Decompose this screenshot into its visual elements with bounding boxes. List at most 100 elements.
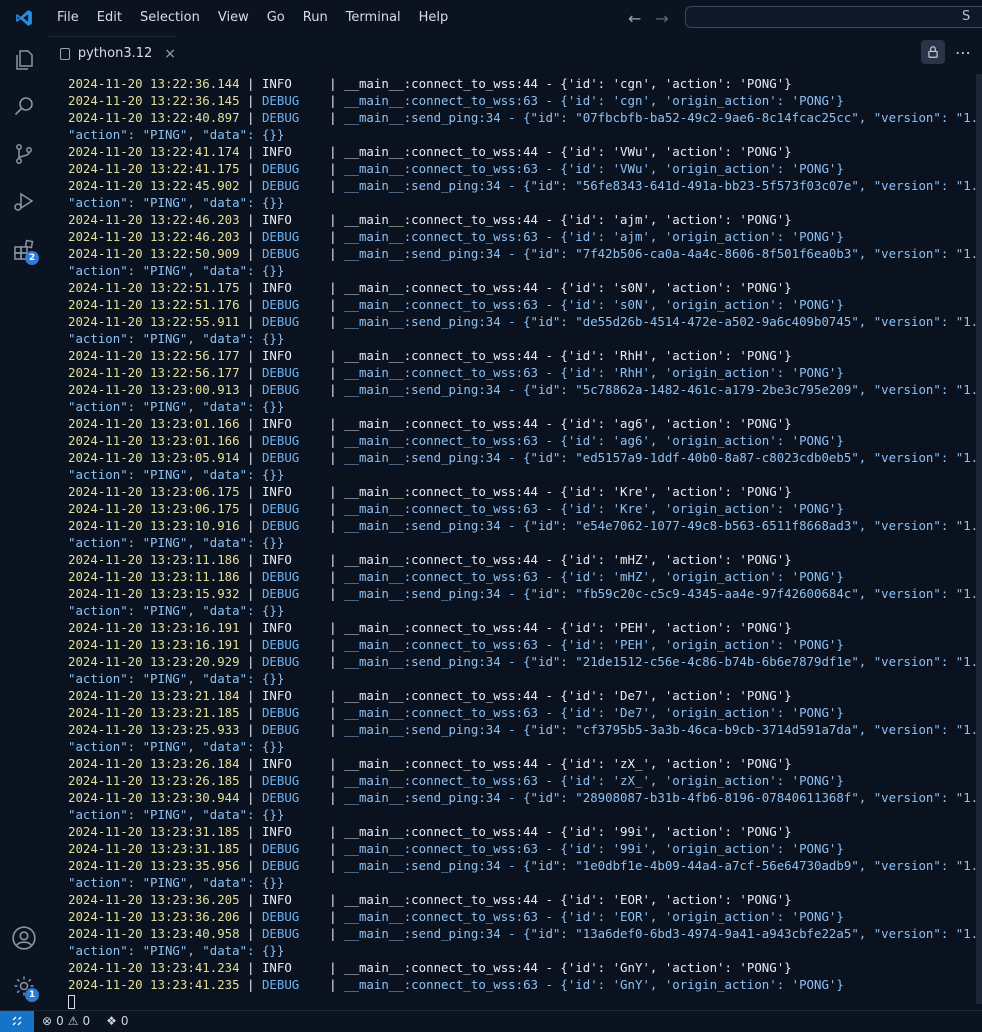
menu-edit[interactable]: Edit (88, 0, 131, 36)
terminal-line: 2024-11-20 13:23:21.185 | DEBUG | __main… (68, 704, 982, 721)
log-message: __main__:connect_to_wss:63 - {'id': 'PEH… (344, 637, 844, 652)
terminal-line: "action": "PING", "data": {}} (68, 738, 982, 755)
terminal-scrollbar[interactable] (976, 74, 982, 1004)
terminal-line: 2024-11-20 13:22:46.203 | INFO | __main_… (68, 211, 982, 228)
log-separator: | (239, 144, 262, 159)
menu-selection[interactable]: Selection (131, 0, 209, 36)
log-separator: | (321, 501, 345, 516)
log-level: DEBUG (261, 926, 322, 941)
close-icon[interactable]: × (164, 46, 176, 62)
log-separator: | (239, 586, 262, 601)
terminal-line: 2024-11-20 13:22:51.175 | INFO | __main_… (68, 279, 982, 296)
terminal-cursor (68, 995, 75, 1009)
log-message: __main__:send_ping:34 - {"id": "cf3795b5… (344, 722, 982, 737)
log-level: DEBUG (261, 722, 322, 737)
run-debug-icon[interactable] (0, 182, 48, 222)
remote-indicator-icon[interactable] (0, 1010, 34, 1032)
log-timestamp: 2024-11-20 13:22:41.175 (68, 161, 240, 176)
settings-gear-icon[interactable]: 1 (0, 966, 48, 1006)
problems-indicator[interactable]: ⊗ 0 ⚠ 0 (42, 1014, 90, 1028)
command-center-search[interactable]: S (685, 6, 982, 28)
log-level: DEBUG (261, 909, 322, 924)
log-separator: | (321, 280, 345, 295)
log-separator: | (321, 484, 345, 499)
terminal-line: 2024-11-20 13:23:01.166 | DEBUG | __main… (68, 432, 982, 449)
log-separator: | (239, 722, 262, 737)
log-timestamp: 2024-11-20 13:23:01.166 (68, 433, 240, 448)
log-message: __main__:connect_to_wss:44 - {'id': 'VWu… (344, 144, 792, 159)
menu-help[interactable]: Help (410, 0, 458, 36)
search-icon[interactable] (0, 86, 48, 126)
menu-run[interactable]: Run (294, 0, 337, 36)
terminal-line: "action": "PING", "data": {}} (68, 466, 982, 483)
log-level: DEBUG (261, 450, 322, 465)
log-message: __main__:send_ping:34 - {"id": "e54e7062… (344, 518, 982, 533)
forward-arrow-icon[interactable]: → (655, 9, 668, 28)
source-control-icon[interactable] (0, 134, 48, 174)
back-arrow-icon[interactable]: ← (628, 9, 641, 28)
terminal-line: 2024-11-20 13:22:41.174 | INFO | __main_… (68, 143, 982, 160)
terminal-panel[interactable]: 2024-11-20 13:22:36.144 | INFO | __main_… (48, 70, 982, 1010)
log-separator: | (239, 76, 262, 91)
terminal-line: 2024-11-20 13:22:45.902 | DEBUG | __main… (68, 177, 982, 194)
log-level: DEBUG (261, 382, 322, 397)
log-message: __main__:connect_to_wss:63 - {'id': 's0N… (344, 297, 844, 312)
terminal-line: 2024-11-20 13:22:36.145 | DEBUG | __main… (68, 92, 982, 109)
log-timestamp: 2024-11-20 13:23:41.234 (68, 960, 240, 975)
extensions-icon[interactable]: 2 (0, 230, 48, 270)
terminal-line: 2024-11-20 13:23:30.944 | DEBUG | __main… (68, 789, 982, 806)
terminal-line: 2024-11-20 13:23:16.191 | DEBUG | __main… (68, 636, 982, 653)
log-message: __main__:connect_to_wss:63 - {'id': 'GnY… (344, 977, 844, 992)
log-message: __main__:send_ping:34 - {"id": "ed5157a9… (344, 450, 982, 465)
log-level: DEBUG (261, 977, 322, 992)
lock-icon[interactable] (921, 40, 945, 64)
log-level: DEBUG (261, 178, 322, 193)
log-timestamp: 2024-11-20 13:23:20.929 (68, 654, 240, 669)
log-timestamp: 2024-11-20 13:22:51.176 (68, 297, 240, 312)
log-separator: | (239, 926, 262, 941)
log-timestamp: 2024-11-20 13:22:45.902 (68, 178, 240, 193)
log-separator: | (321, 841, 345, 856)
log-separator: | (321, 926, 345, 941)
log-level: INFO (261, 824, 322, 839)
log-level: DEBUG (261, 314, 322, 329)
log-separator: | (321, 212, 345, 227)
log-message: __main__:connect_to_wss:63 - {'id': 'cgn… (344, 93, 844, 108)
terminal-line: "action": "PING", "data": {}} (68, 874, 982, 891)
log-timestamp: 2024-11-20 13:23:31.185 (68, 824, 240, 839)
log-level: DEBUG (261, 433, 322, 448)
terminal-line: "action": "PING", "data": {}} (68, 398, 982, 415)
ports-indicator[interactable]: ❖ 0 (106, 1014, 128, 1028)
log-level: INFO (261, 688, 322, 703)
log-separator: | (239, 977, 262, 992)
tab-python-terminal[interactable]: python3.12 × (48, 36, 176, 70)
more-actions-icon[interactable]: ⋯ (955, 43, 972, 62)
log-separator: | (321, 348, 345, 363)
log-separator: | (239, 433, 262, 448)
terminal-line: 2024-11-20 13:23:41.235 | DEBUG | __main… (68, 976, 982, 993)
log-timestamp: 2024-11-20 13:23:06.175 (68, 484, 240, 499)
log-continuation: "action": "PING", "data": {}} (68, 127, 285, 142)
menu-terminal[interactable]: Terminal (337, 0, 410, 36)
menu-view[interactable]: View (209, 0, 258, 36)
log-message: __main__:connect_to_wss:44 - {'id': 'mHZ… (344, 552, 792, 567)
log-continuation: "action": "PING", "data": {}} (68, 603, 285, 618)
terminal-line: 2024-11-20 13:23:40.958 | DEBUG | __main… (68, 925, 982, 942)
menu-file[interactable]: File (48, 0, 88, 36)
terminal-line: 2024-11-20 13:23:06.175 | DEBUG | __main… (68, 500, 982, 517)
menu-go[interactable]: Go (258, 0, 294, 36)
terminal-line: 2024-11-20 13:23:21.184 | INFO | __main_… (68, 687, 982, 704)
explorer-icon[interactable] (0, 40, 48, 80)
broadcast-icon: ❖ (106, 1014, 117, 1028)
account-icon[interactable] (0, 918, 48, 958)
log-timestamp: 2024-11-20 13:22:56.177 (68, 365, 240, 380)
log-timestamp: 2024-11-20 13:22:50.909 (68, 246, 240, 261)
tab-actions: ⋯ (921, 40, 972, 64)
ports-count: 0 (120, 1014, 129, 1028)
log-separator: | (239, 858, 262, 873)
log-message: __main__:connect_to_wss:63 - {'id': 'ajm… (344, 229, 844, 244)
log-message: __main__:connect_to_wss:44 - {'id': 'ag6… (344, 416, 792, 431)
log-separator: | (239, 280, 262, 295)
log-message: __main__:connect_to_wss:44 - {'id': 's0N… (344, 280, 792, 295)
log-separator: | (321, 416, 345, 431)
